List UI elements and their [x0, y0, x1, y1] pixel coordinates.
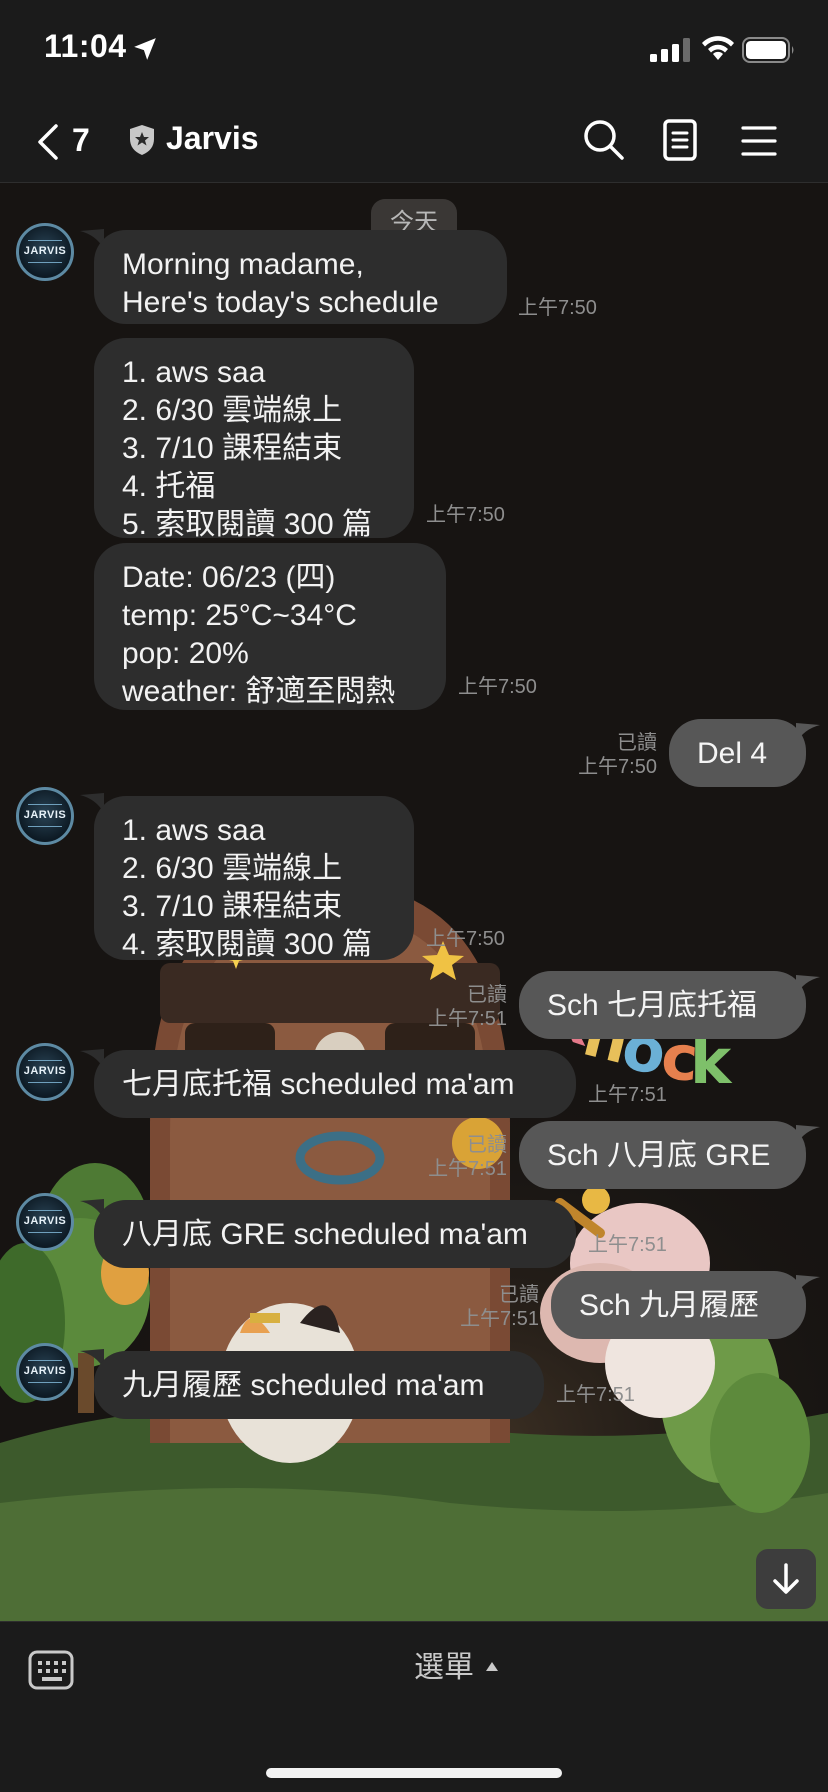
message-time: 上午7:50	[578, 756, 657, 778]
menu-toggle-button[interactable]: 選單	[380, 1646, 500, 1690]
status-time: 11:04	[44, 28, 127, 64]
read-receipt: 已讀	[467, 1134, 507, 1156]
message-time: 上午7:51	[588, 1084, 667, 1106]
avatar-label: JARVIS	[23, 1065, 67, 1077]
message-time: 上午7:50	[426, 504, 505, 526]
read-receipt: 已讀	[617, 732, 657, 754]
read-receipt: 已讀	[467, 984, 507, 1006]
avatar[interactable]: JARVIS	[16, 787, 74, 845]
status-bar: 11:04	[0, 0, 828, 100]
home-indicator[interactable]	[266, 1768, 562, 1778]
menu-label: 選單	[414, 1651, 474, 1684]
bubble-tail	[796, 723, 820, 743]
caret-up-icon	[486, 1662, 498, 1671]
message-bubble[interactable]: Date: 06/23 (四) temp: 25°C~34°C pop: 20%…	[94, 543, 446, 710]
avatar-label: JARVIS	[23, 1215, 67, 1227]
avatar[interactable]: JARVIS	[16, 1343, 74, 1401]
message-bubble[interactable]: Morning madame, Here's today's schedule	[94, 230, 507, 324]
battery-icon	[742, 37, 794, 63]
search-icon[interactable]	[582, 118, 626, 162]
avatar[interactable]: JARVIS	[16, 223, 74, 281]
avatar[interactable]: JARVIS	[16, 1193, 74, 1251]
unread-count: 7	[72, 122, 90, 158]
keyboard-icon[interactable]	[28, 1650, 74, 1690]
location-arrow-icon	[134, 38, 156, 60]
notes-icon[interactable]	[662, 118, 702, 162]
bottom-bar: 選單	[0, 1621, 828, 1792]
message-bubble[interactable]: 八月底 GRE scheduled ma'am	[94, 1200, 576, 1268]
signal-icon	[650, 38, 690, 62]
shield-icon	[130, 125, 154, 155]
message-bubble[interactable]: 七月底托福 scheduled ma'am	[94, 1050, 576, 1118]
chat-screen: 11:04 7 Jarvis o c k 今天 JARVIS Morning m…	[0, 0, 828, 1792]
avatar-label: JARVIS	[23, 1365, 67, 1377]
message-time: 上午7:51	[556, 1384, 635, 1406]
avatar-label: JARVIS	[23, 809, 67, 821]
nav-bar: 7	[0, 100, 828, 183]
message-bubble[interactable]: Sch 九月履歷	[551, 1271, 806, 1339]
wifi-icon	[702, 36, 734, 60]
message-time: 上午7:51	[428, 1008, 507, 1030]
message-time: 上午7:50	[458, 676, 537, 698]
message-bubble[interactable]: Sch 八月底 GRE	[519, 1121, 806, 1189]
message-bubble[interactable]: 九月履歷 scheduled ma'am	[94, 1351, 544, 1419]
message-bubble[interactable]: Del 4	[669, 719, 806, 787]
message-bubble[interactable]: Sch 七月底托福	[519, 971, 806, 1039]
read-receipt: 已讀	[499, 1284, 539, 1306]
bubble-tail	[796, 1275, 820, 1295]
bubble-tail	[796, 975, 820, 995]
message-bubble[interactable]: 1. aws saa 2. 6/30 雲端線上 3. 7/10 課程結束 4. …	[94, 338, 414, 541]
message-time: 上午7:50	[518, 297, 597, 319]
scroll-down-icon	[773, 1563, 799, 1594]
bubble-tail	[796, 1125, 820, 1145]
back-chevron-icon	[38, 124, 58, 160]
menu-icon[interactable]	[740, 122, 778, 160]
message-time: 上午7:51	[588, 1234, 667, 1256]
chat-title: Jarvis	[166, 120, 259, 156]
avatar[interactable]: JARVIS	[16, 1043, 74, 1101]
avatar-label: JARVIS	[23, 245, 67, 257]
message-bubble[interactable]: 1. aws saa 2. 6/30 雲端線上 3. 7/10 課程結束 4. …	[94, 796, 414, 961]
chat-area[interactable]: k n o c k c k 今天 JARVIS Morning madame, …	[0, 183, 828, 1621]
back-button[interactable]: 7	[30, 118, 100, 164]
scroll-down-button[interactable]	[756, 1549, 816, 1609]
message-time: 上午7:50	[426, 928, 505, 950]
message-time: 上午7:51	[460, 1308, 539, 1330]
message-time: 上午7:51	[428, 1158, 507, 1180]
